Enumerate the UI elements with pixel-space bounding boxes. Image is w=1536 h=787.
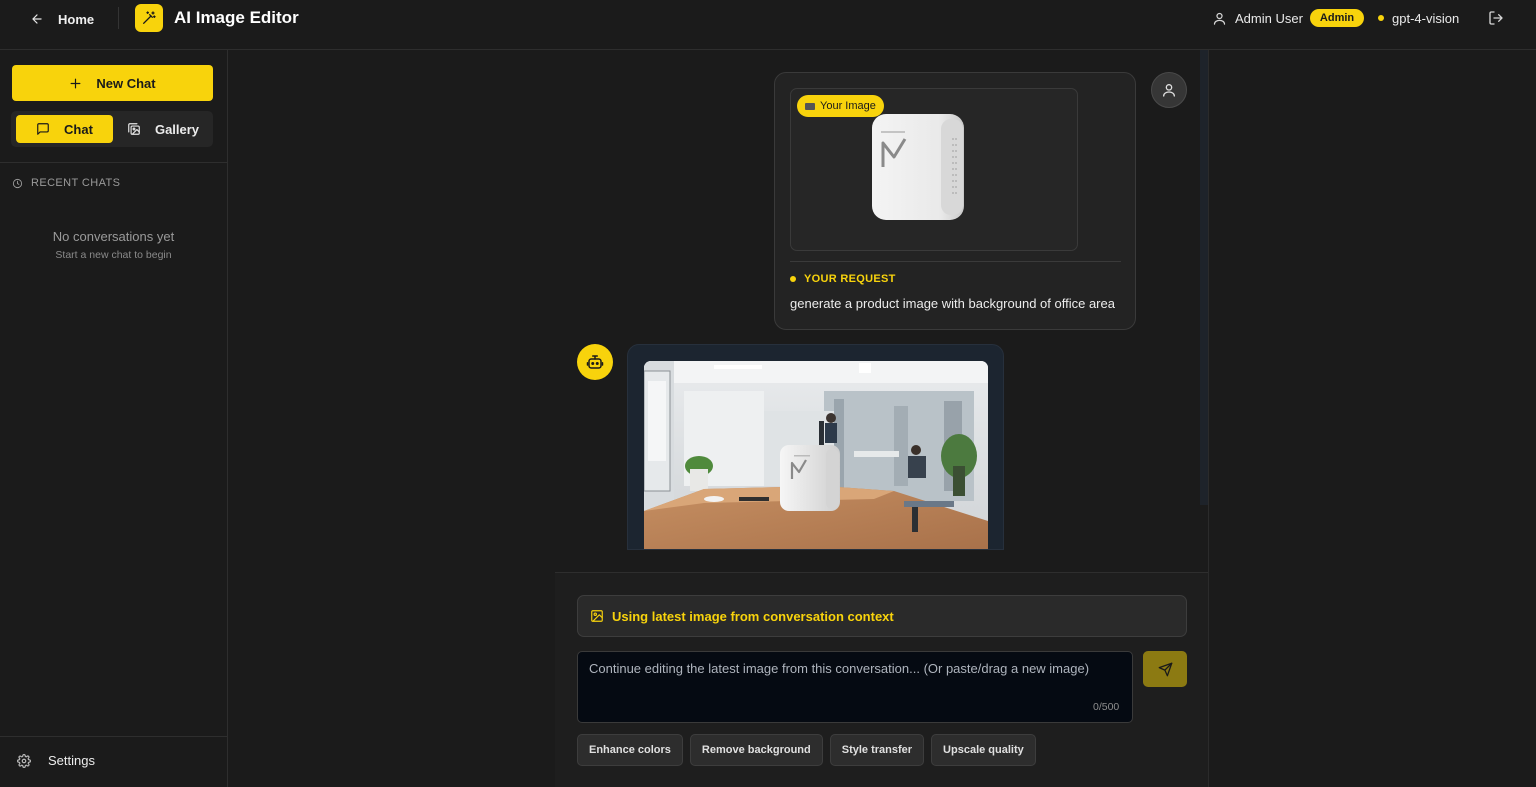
request-label-text: YOUR REQUEST xyxy=(804,273,896,285)
gear-icon xyxy=(17,753,31,768)
send-icon xyxy=(1158,662,1172,676)
sidebar-bottom-divider xyxy=(0,736,227,737)
empty-state-subtitle: Start a new chat to begin xyxy=(55,249,172,261)
composer: Using latest image from conversation con… xyxy=(555,572,1208,787)
header-divider xyxy=(118,7,119,29)
quick-actions: Enhance colors Remove background Style t… xyxy=(577,734,1036,766)
uploaded-image[interactable]: Your Image xyxy=(790,88,1078,251)
chat-scrollbar[interactable] xyxy=(1200,50,1208,505)
sidebar-divider xyxy=(0,162,227,163)
your-image-label: Your Image xyxy=(820,100,876,112)
send-button[interactable] xyxy=(1143,651,1187,687)
recent-chats-title: RECENT CHATS xyxy=(31,177,121,189)
user-icon xyxy=(1213,12,1226,25)
home-label: Home xyxy=(58,11,95,27)
new-chat-button[interactable]: New Chat xyxy=(12,65,213,101)
remove-background-button[interactable]: Remove background xyxy=(689,734,823,766)
product-device-illustration xyxy=(872,114,964,220)
new-chat-label: New Chat xyxy=(96,75,156,91)
tab-chat-label: Chat xyxy=(64,121,93,137)
bot-icon xyxy=(586,355,604,369)
app-title: AI Image Editor xyxy=(174,8,299,27)
settings-link[interactable]: Settings xyxy=(17,753,95,768)
logout-icon[interactable] xyxy=(1488,10,1504,26)
assistant-avatar xyxy=(577,344,613,380)
request-dot xyxy=(790,276,796,282)
settings-label: Settings xyxy=(48,753,95,768)
tab-gallery[interactable]: Gallery xyxy=(117,115,209,143)
magic-wand-icon xyxy=(143,11,156,24)
request-label: YOUR REQUEST xyxy=(790,273,896,285)
status-dot xyxy=(1378,15,1384,21)
tab-chat[interactable]: Chat xyxy=(16,115,113,143)
assistant-message-bubble xyxy=(627,344,1004,550)
images-icon xyxy=(128,123,140,135)
user-name: Admin User xyxy=(1235,10,1303,26)
top-bar: Home AI Image Editor Admin User Admin gp… xyxy=(0,0,1536,50)
clock-icon xyxy=(12,178,23,188)
view-switcher: Chat Gallery xyxy=(11,111,213,147)
user-message-bubble: Your Image YOUR REQUEST generate a produ… xyxy=(774,72,1136,330)
role-badge: Admin xyxy=(1309,9,1365,27)
prompt-input[interactable] xyxy=(577,651,1133,723)
arrow-left-icon xyxy=(32,14,42,24)
user-avatar xyxy=(1151,72,1187,108)
sidebar: New Chat Chat Gallery RECENT CHATS No co… xyxy=(0,50,228,787)
empty-state-title: No conversations yet xyxy=(52,229,175,244)
home-back-link[interactable]: Home xyxy=(30,9,94,29)
tab-gallery-label: Gallery xyxy=(154,121,200,137)
style-transfer-button[interactable]: Style transfer xyxy=(829,734,925,766)
message-square-icon xyxy=(37,123,49,135)
context-banner-text: Using latest image from conversation con… xyxy=(612,608,894,624)
image-glyph-icon xyxy=(805,102,815,110)
enhance-colors-button[interactable]: Enhance colors xyxy=(577,734,683,766)
user-menu[interactable]: Admin User Admin xyxy=(1212,8,1365,28)
bubble-divider xyxy=(790,261,1121,262)
char-counter: 0/500 xyxy=(1093,701,1120,713)
upscale-quality-button[interactable]: Upscale quality xyxy=(931,734,1036,766)
image-icon xyxy=(591,610,603,622)
request-text: generate a product image with background… xyxy=(790,296,1115,311)
app-logo xyxy=(135,4,163,32)
plus-icon xyxy=(70,78,81,88)
generated-image[interactable] xyxy=(644,361,988,549)
office-scene-illustration xyxy=(644,361,988,549)
model-name: gpt-4-vision xyxy=(1392,10,1460,26)
user-icon xyxy=(1163,84,1175,97)
right-panel-border xyxy=(1208,50,1209,787)
model-status: gpt-4-vision xyxy=(1378,8,1459,28)
recent-chats-header: RECENT CHATS xyxy=(12,177,120,189)
context-banner: Using latest image from conversation con… xyxy=(577,595,1187,637)
